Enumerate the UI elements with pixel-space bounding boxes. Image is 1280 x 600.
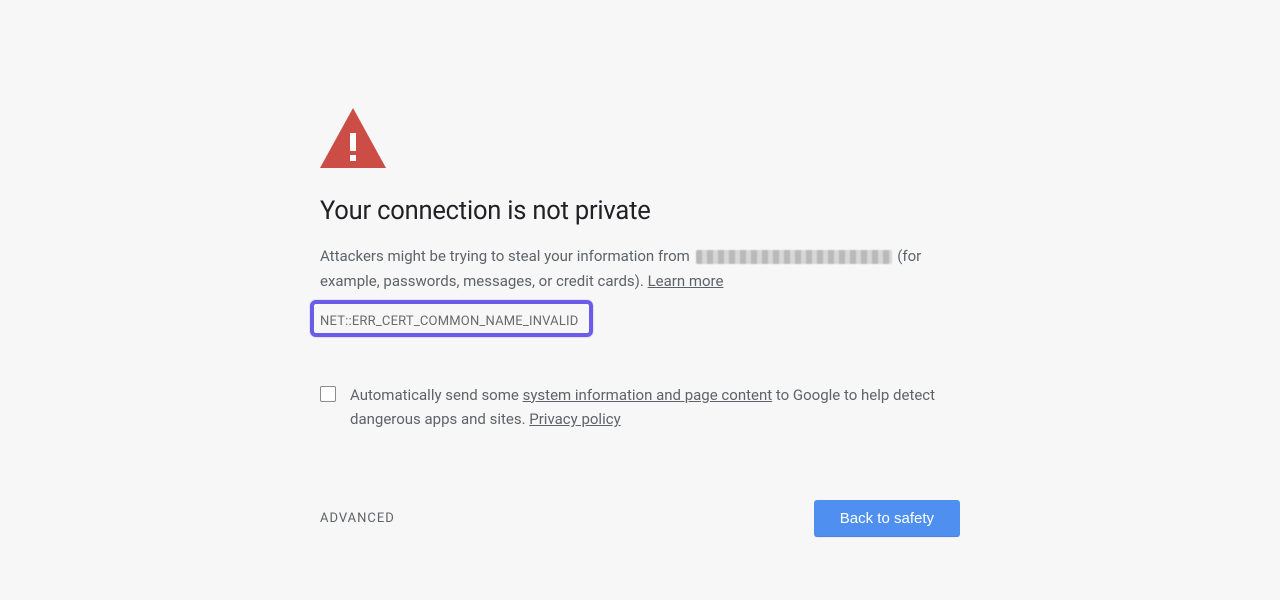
warning-triangle-icon	[320, 108, 960, 168]
learn-more-link[interactable]: Learn more	[648, 272, 724, 290]
opt-in-before: Automatically send some	[350, 386, 523, 404]
warning-description: Attackers might be trying to steal your …	[320, 244, 960, 294]
opt-in-row: Automatically send some system informati…	[320, 383, 960, 433]
back-to-safety-button[interactable]: Back to safety	[814, 500, 960, 537]
opt-in-checkbox[interactable]	[320, 386, 336, 402]
desc-prefix: Attackers might be trying to steal your …	[320, 247, 694, 265]
opt-in-text: Automatically send some system informati…	[350, 383, 960, 433]
privacy-policy-link[interactable]: Privacy policy	[529, 410, 620, 428]
system-info-link[interactable]: system information and page content	[523, 386, 773, 404]
redacted-hostname	[696, 250, 892, 264]
error-code: NET::ERR_CERT_COMMON_NAME_INVALID	[320, 314, 579, 329]
error-code-highlight: NET::ERR_CERT_COMMON_NAME_INVALID	[310, 300, 593, 337]
page-heading: Your connection is not private	[320, 196, 960, 226]
advanced-button[interactable]: ADVANCED	[320, 511, 395, 526]
button-row: ADVANCED Back to safety	[320, 500, 960, 537]
interstitial-content: Your connection is not private Attackers…	[320, 0, 960, 537]
